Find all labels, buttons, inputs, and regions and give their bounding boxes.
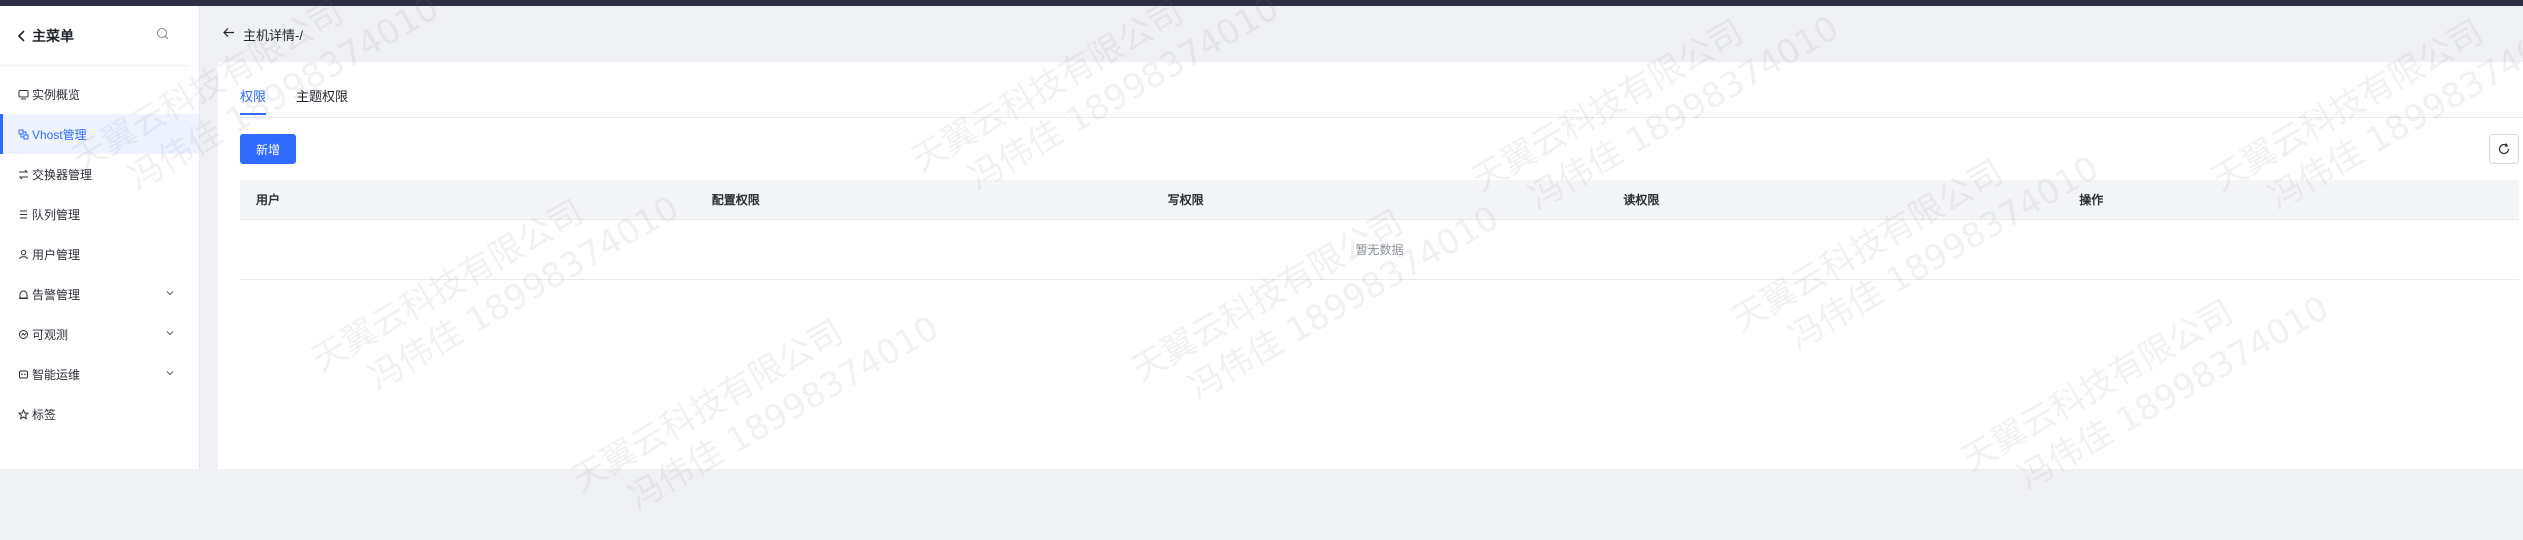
sidebar-item-alarm[interactable]: 告警管理 [0, 274, 199, 314]
refresh-button[interactable] [2489, 134, 2519, 164]
permissions-table: 用户 配置权限 写权限 读权限 操作 暂无数据 [240, 180, 2519, 280]
page-title: 主机详情-/ [243, 27, 303, 43]
sidebar-item-vhost[interactable]: Vhost管理 [0, 114, 199, 154]
chevron-down-icon [165, 287, 175, 301]
tab-permissions[interactable]: 权限 [240, 86, 267, 115]
sidebar-item-label: 队列管理 [32, 207, 81, 222]
back-arrow-icon[interactable] [222, 26, 235, 42]
queue-icon [16, 207, 30, 221]
sidebar-item-observability[interactable]: 可观测 [0, 314, 199, 354]
back-label: 主菜单 [32, 27, 74, 44]
tab-topic-permissions[interactable]: 主题权限 [296, 86, 348, 115]
sidebar-header: 主菜单 [0, 6, 189, 66]
back-to-main-menu[interactable]: 主菜单 [16, 26, 74, 46]
sidebar-item-label: 用户管理 [32, 247, 81, 262]
column-header-write: 写权限 [1167, 193, 1204, 207]
table-header: 用户 配置权限 写权限 读权限 操作 [240, 180, 2519, 220]
sidebar-item-instance-overview[interactable]: 实例概览 [0, 74, 199, 114]
page-header: 主机详情-/ [200, 6, 2523, 62]
sidebar-item-exchange[interactable]: 交换器管理 [0, 154, 199, 194]
sidebar-menu: 实例概览 Vhost管理 交换器管理 队列管理 用户管理 告警管理 可观测 智能… [0, 74, 199, 434]
tab-bar: 权限 主题权限 [240, 86, 348, 115]
sidebar-item-label: Vhost管理 [32, 127, 87, 142]
content-panel: 权限 主题权限 新增 用户 配置权限 写权限 读权限 操作 暂无数据 [218, 62, 2523, 469]
sidebar-item-label: 智能运维 [32, 367, 81, 382]
alarm-icon [16, 287, 30, 301]
sidebar-item-label: 标签 [32, 407, 57, 422]
table-empty-text: 暂无数据 [240, 220, 2519, 280]
overview-icon [16, 87, 30, 101]
sidebar-item-label: 实例概览 [32, 87, 81, 102]
tabs-divider [240, 117, 2523, 118]
sidebar-item-smart-ops[interactable]: 智能运维 [0, 354, 199, 394]
sidebar-item-label: 告警管理 [32, 287, 81, 302]
column-header-configure: 配置权限 [711, 193, 760, 207]
user-icon [16, 247, 30, 261]
main-area: 主机详情-/ 权限 主题权限 新增 用户 配置权限 写权限 读权限 操作 暂无数… [200, 6, 2523, 469]
add-button[interactable]: 新增 [240, 134, 296, 164]
sidebar: 主菜单 实例概览 Vhost管理 交换器管理 队列管理 用户管理 告警管理 可观… [0, 6, 200, 469]
ops-icon [16, 367, 30, 381]
chevron-down-icon [165, 327, 175, 341]
column-header-user: 用户 [256, 193, 281, 207]
chevron-down-icon [165, 367, 175, 381]
tag-icon [16, 407, 30, 421]
sidebar-item-user[interactable]: 用户管理 [0, 234, 199, 274]
chevron-left-icon [17, 29, 25, 42]
sidebar-item-label: 可观测 [32, 327, 69, 342]
refresh-icon [2498, 143, 2510, 155]
sidebar-item-tags[interactable]: 标签 [0, 394, 199, 434]
sidebar-item-queue[interactable]: 队列管理 [0, 194, 199, 234]
column-header-read: 读权限 [1623, 193, 1660, 207]
exchange-icon [16, 167, 30, 181]
search-icon[interactable] [156, 27, 169, 45]
sidebar-item-label: 交换器管理 [32, 167, 93, 182]
observe-icon [16, 327, 30, 341]
vhost-icon [16, 127, 30, 141]
column-header-actions: 操作 [2079, 193, 2104, 207]
